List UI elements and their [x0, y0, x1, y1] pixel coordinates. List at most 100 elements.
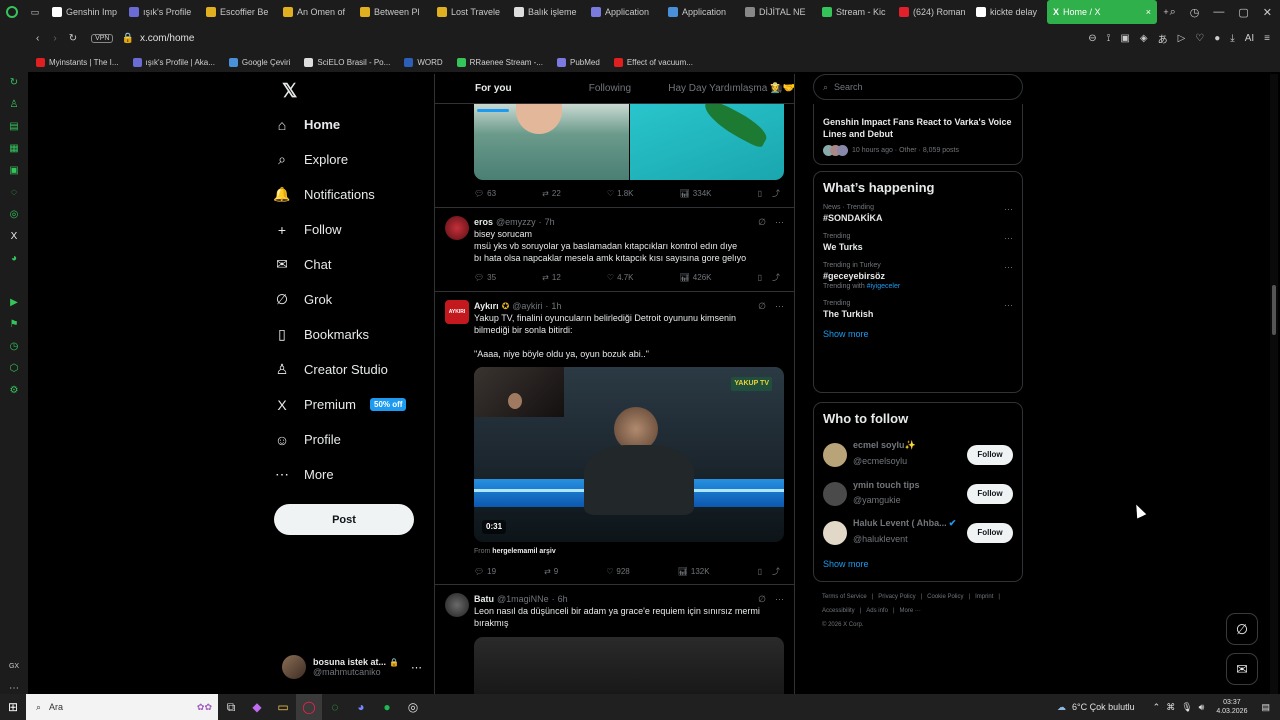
browser-tab[interactable]: Escoffier Be	[200, 0, 277, 24]
scrollbar[interactable]	[1270, 74, 1278, 694]
history-icon[interactable]: ↻	[8, 76, 20, 88]
close-icon[interactable]: ×	[1146, 7, 1151, 17]
more-icon[interactable]: ⋯	[8, 682, 20, 694]
profile-icon[interactable]: ●	[1214, 33, 1220, 44]
adblock-icon[interactable]: ◈	[1140, 33, 1148, 44]
copilot-icon[interactable]: ◆	[244, 694, 270, 720]
browser-tab[interactable]: An Omen of	[277, 0, 354, 24]
opera-gx-icon[interactable]: ◯	[296, 694, 322, 720]
bookmark-item[interactable]: PubMed	[557, 57, 600, 67]
chevron-up-icon[interactable]: ⌃	[1153, 702, 1161, 713]
browser-tab[interactable]: DİJİTAL NE	[739, 0, 816, 24]
footer-link[interactable]: Privacy Policy	[878, 594, 915, 600]
network-icon[interactable]: ⌘	[1166, 702, 1175, 713]
notification-icon[interactable]: ▤	[1261, 702, 1270, 713]
follow-suggestion[interactable]: Haluk Levent ( Ahba... ✔ @haluklevent Follo…	[823, 513, 1013, 552]
taskbar-search[interactable]: ⌕ Ara ✿✿	[26, 694, 218, 720]
footer-link[interactable]: Terms of Service	[822, 594, 867, 600]
grok-button[interactable]: ∅	[1226, 613, 1258, 645]
video-source-link[interactable]: hergelemamil arşiv	[492, 548, 555, 555]
grok-icon[interactable]: ∅	[758, 593, 766, 605]
bookmark-icon[interactable]: ▯	[758, 566, 762, 578]
tweet-video[interactable]: YAKUP TV 0:31	[474, 367, 784, 542]
more-icon[interactable]: ⋯	[411, 661, 422, 674]
tweet-time[interactable]: 7h	[545, 216, 555, 228]
bookmark-item[interactable]: Effect of vacuum...	[613, 57, 693, 67]
suggestion-name[interactable]: ymin touch tips	[853, 480, 961, 490]
tab-following[interactable]: Following	[552, 74, 669, 103]
nav-item-grok[interactable]: ∅ Grok	[274, 282, 434, 317]
trend-item[interactable]: Trending The Turkish ⋯	[823, 300, 1013, 319]
nav-item-premium[interactable]: X Premium 50% off	[274, 387, 434, 422]
avatar[interactable]	[445, 216, 469, 240]
suggestion-handle[interactable]: @yamgukie	[853, 495, 901, 505]
aria-icon[interactable]: ♙	[8, 98, 20, 110]
suggestion-name[interactable]: ecmel soylu✨	[853, 440, 961, 451]
tab-home-x[interactable]: X Home / X ×	[1047, 0, 1157, 24]
browser-tab[interactable]: Between Pl	[354, 0, 431, 24]
reply-button[interactable]: 💬︎ 19	[474, 566, 496, 578]
messages-button[interactable]: ✉	[1226, 653, 1258, 685]
minimize-icon[interactable]: —	[1213, 6, 1224, 18]
extension-icon[interactable]: ⬡	[8, 362, 20, 374]
browser-tab[interactable]: Lost Travele	[431, 0, 508, 24]
trend-item[interactable]: News · Trending #SONDAKİKA ⋯	[823, 204, 1013, 223]
browser-tab[interactable]: Application	[662, 0, 739, 24]
footer-link[interactable]: © 2026 X Corp.	[822, 622, 863, 628]
download-icon[interactable]: ⤓	[1230, 33, 1234, 44]
volume-icon[interactable]: 🔊︎	[1199, 702, 1205, 713]
twitch-icon[interactable]: ▣	[8, 164, 20, 176]
tweet[interactable]: AYKIRI Aykırı ✪ @aykiri · 1h ∅ ⋯ Yakup T…	[435, 292, 794, 585]
bookmark-icon[interactable]: ▯	[758, 272, 762, 284]
bookmark-item[interactable]: SciELO Brasil - Po...	[304, 57, 390, 67]
settings-icon[interactable]: ⚙	[8, 384, 20, 396]
more-icon[interactable]: ⋯	[1004, 204, 1013, 215]
suggestion-name[interactable]: Haluk Levent ( Ahba... ✔	[853, 518, 961, 529]
translate-icon[interactable]: あ	[1158, 31, 1168, 46]
more-icon[interactable]: ⋯	[1004, 233, 1013, 244]
task-view-icon[interactable]: ⧉	[218, 694, 244, 720]
clock[interactable]: 03:37 4.03.2026	[1216, 698, 1247, 716]
more-icon[interactable]: ⋯	[1004, 262, 1013, 273]
footer-link[interactable]: Accessibility	[822, 608, 855, 614]
browser-tab[interactable]: Balık işleme	[508, 0, 585, 24]
like-button[interactable]: ♡ 928	[606, 566, 630, 578]
follow-button[interactable]: Follow	[967, 522, 1013, 543]
follow-button[interactable]: Follow	[967, 483, 1013, 504]
browser-tab[interactable]: ışık's Profile	[123, 0, 200, 24]
browser-tab[interactable]: Application	[585, 0, 662, 24]
grok-icon[interactable]: ∅	[758, 300, 766, 312]
tweet-media-grid[interactable]	[474, 104, 784, 180]
instagram-icon[interactable]: ◎	[8, 208, 20, 220]
search-input[interactable]: ⌕ Search	[813, 74, 1023, 100]
tweet-time[interactable]: 1h	[551, 300, 561, 312]
forward-icon[interactable]: ›	[53, 33, 56, 44]
browser-tab[interactable]: (624) Roman	[893, 0, 970, 24]
nav-item-explore[interactable]: ⌕ Explore	[274, 142, 434, 177]
player-icon[interactable]: ▶	[8, 296, 20, 308]
more-icon[interactable]: ⋯	[775, 593, 784, 605]
back-icon[interactable]: ‹	[36, 33, 39, 44]
avatar[interactable]	[823, 520, 847, 545]
avatar[interactable]	[823, 481, 847, 506]
author-name[interactable]: eros	[474, 216, 493, 228]
menu-icon[interactable]: ≡	[1264, 33, 1270, 44]
ai-button[interactable]: AI	[1245, 33, 1254, 44]
whatsapp-icon[interactable]: ◌	[322, 694, 348, 720]
nav-item-bookmarks[interactable]: ▯ Bookmarks	[274, 317, 434, 352]
tab-manager-icon[interactable]: ▭	[24, 0, 46, 24]
follow-suggestion[interactable]: ymin touch tips @yamgukie Follow	[823, 474, 1013, 513]
tweet-time[interactable]: 6h	[558, 593, 568, 605]
nav-item-home[interactable]: ⌂ Home	[274, 107, 434, 142]
share-icon[interactable]: ⤴	[772, 566, 780, 578]
clock-icon[interactable]: ◷	[8, 340, 20, 352]
show-more-link[interactable]: Show more	[823, 329, 1013, 339]
zoom-icon[interactable]: ⊖	[1088, 33, 1096, 44]
tab-hay-day[interactable]: Hay Day Yardımlaşma 👩‍🌾🤝	[668, 74, 794, 103]
browser-tab[interactable]: Stream - Kic	[816, 0, 893, 24]
pin-board-icon[interactable]: ⚑	[8, 318, 20, 330]
bookmark-item[interactable]: ışık's Profile | Aka...	[132, 57, 215, 67]
footer-link[interactable]: Imprint	[975, 594, 993, 600]
more-icon[interactable]: ⋯	[775, 300, 784, 312]
tweet-image[interactable]	[474, 104, 629, 180]
